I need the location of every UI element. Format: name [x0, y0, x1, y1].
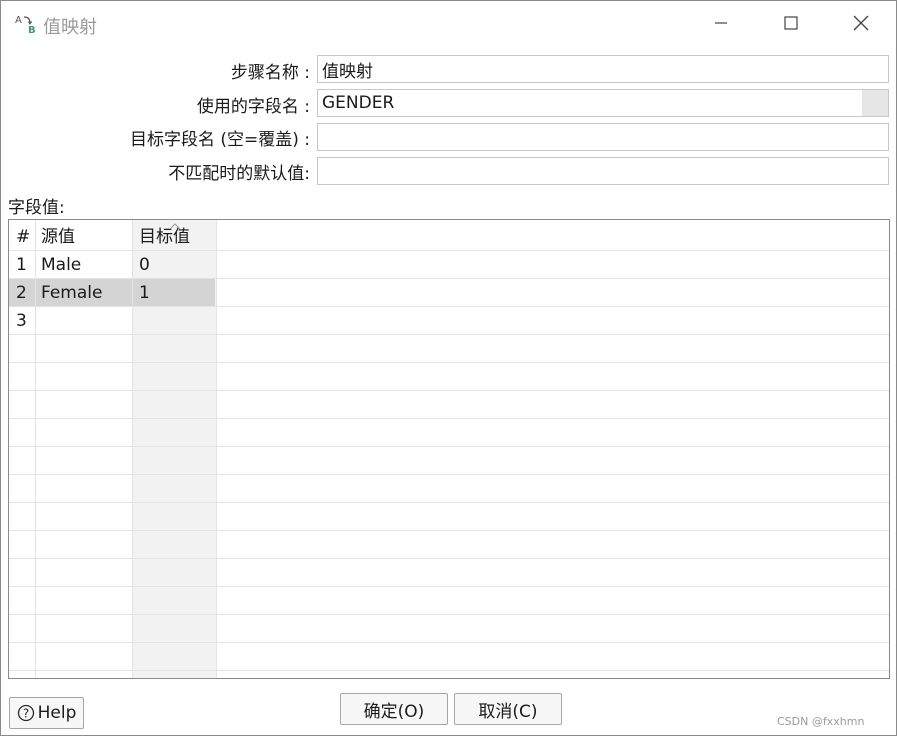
close-icon — [853, 15, 869, 31]
step-name-label: 步骤名称 : — [230, 63, 310, 83]
table-row-num[interactable]: 3 — [16, 307, 27, 335]
column-divider — [35, 220, 36, 678]
row-divider — [9, 530, 889, 531]
table-cell-target[interactable]: 1 — [139, 279, 150, 307]
default-value-field[interactable] — [317, 157, 889, 185]
window-title: 值映射 — [43, 17, 97, 38]
field-name-combo[interactable] — [317, 89, 889, 117]
field-name-input[interactable] — [322, 93, 862, 113]
row-divider — [9, 334, 889, 335]
table-row-num[interactable]: 2 — [16, 279, 27, 307]
watermark: CSDN @fxxhmn — [777, 715, 865, 728]
dropdown-button[interactable] — [862, 90, 888, 116]
sort-indicator-icon — [169, 223, 181, 230]
column-divider — [216, 220, 217, 678]
row-divider — [9, 642, 889, 643]
table-cell-target[interactable]: 0 — [139, 251, 150, 279]
row-divider — [9, 670, 889, 671]
svg-text:?: ? — [22, 707, 28, 721]
value-mapper-icon: A B — [15, 15, 36, 35]
row-divider — [9, 418, 889, 419]
minimize-icon — [715, 22, 727, 24]
column-divider — [132, 220, 133, 678]
dialog-window: A B 值映射 步骤名称 : 使用的字段名 : — [0, 0, 897, 736]
column-header-num[interactable]: # — [16, 223, 30, 251]
row-divider — [9, 558, 889, 559]
maximize-button[interactable] — [768, 5, 814, 41]
row-divider — [9, 390, 889, 391]
step-name-field[interactable] — [317, 55, 889, 83]
svg-text:A: A — [15, 15, 22, 26]
column-header-target[interactable]: 目标值 — [139, 223, 190, 251]
row-divider — [9, 362, 889, 363]
selected-row-highlight — [9, 279, 215, 307]
row-divider — [9, 586, 889, 587]
field-values-table[interactable]: # 源值 目标值 1 Male 0 2 Female 1 3 — [8, 219, 890, 679]
ok-button[interactable]: 确定(O) — [340, 693, 448, 725]
target-field-label: 目标字段名 (空=覆盖) : — [129, 130, 310, 150]
step-name-input[interactable] — [322, 59, 888, 79]
column-header-source[interactable]: 源值 — [41, 223, 75, 251]
default-value-input[interactable] — [322, 161, 888, 181]
help-button[interactable]: ? Help — [9, 697, 84, 729]
row-divider — [9, 614, 889, 615]
close-button[interactable] — [838, 5, 884, 41]
help-button-label: Help — [37, 703, 77, 723]
svg-text:B: B — [28, 25, 36, 35]
row-divider — [9, 446, 889, 447]
table-cell-source[interactable]: Female — [41, 279, 102, 307]
cancel-button[interactable]: 取消(C) — [454, 693, 562, 725]
row-divider — [9, 502, 889, 503]
ok-button-label: 确定(O) — [363, 701, 425, 722]
default-value-label: 不匹配时的默认值: — [168, 164, 310, 184]
title-bar[interactable]: A B 值映射 — [1, 5, 896, 43]
maximize-icon — [784, 16, 798, 30]
field-name-label: 使用的字段名 : — [196, 97, 310, 117]
target-field-field[interactable] — [317, 123, 889, 151]
row-divider — [9, 474, 889, 475]
cancel-button-label: 取消(C) — [478, 701, 538, 722]
target-field-input[interactable] — [322, 127, 888, 147]
table-row-num[interactable]: 1 — [16, 251, 27, 279]
help-icon: ? — [17, 704, 34, 722]
field-values-label: 字段值: — [8, 198, 65, 218]
minimize-button[interactable] — [698, 5, 744, 41]
table-cell-source[interactable]: Male — [41, 251, 81, 279]
